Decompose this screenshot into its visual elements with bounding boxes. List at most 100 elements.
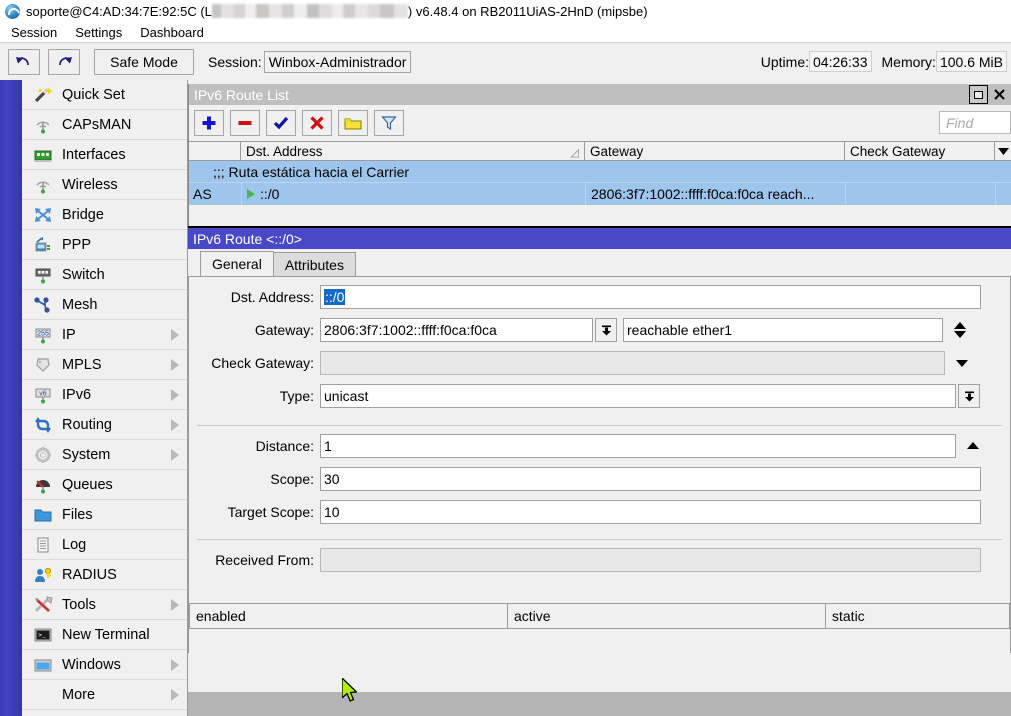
undo-button[interactable] xyxy=(8,49,40,75)
memory-label: Memory: xyxy=(882,54,936,70)
minus-icon xyxy=(237,115,253,131)
close-window-icon[interactable] xyxy=(990,85,1009,104)
ip-255-icon: 255 xyxy=(30,324,56,346)
dropdown-arrow-icon xyxy=(963,390,976,403)
sidebar-item-new-terminal[interactable]: >_ New Terminal xyxy=(22,620,187,650)
sidebar-item-mpls[interactable]: MPLS xyxy=(22,350,187,380)
sidebar-label: Routing xyxy=(62,417,112,433)
sidebar-item-ipv6[interactable]: v6 IPv6 xyxy=(22,380,187,410)
sidebar-item-quick-set[interactable]: Quick Set xyxy=(22,80,187,110)
gateway-spinner-button[interactable] xyxy=(949,318,971,342)
target-scope-input[interactable]: 10 xyxy=(320,500,981,524)
routeros-branding-strip: RouterOS WinBox xyxy=(0,80,22,716)
active-route-arrow-icon xyxy=(247,189,255,199)
status-active: active xyxy=(508,604,826,628)
sidebar-item-files[interactable]: Files xyxy=(22,500,187,530)
menu-session[interactable]: Session xyxy=(3,25,65,40)
sidebar-item-wireless[interactable]: Wireless xyxy=(22,170,187,200)
svg-text:>_: >_ xyxy=(38,632,46,639)
column-chooser-button[interactable] xyxy=(995,142,1011,160)
menu-dashboard[interactable]: Dashboard xyxy=(132,25,212,40)
sidebar-label: Queues xyxy=(62,477,113,493)
type-dropdown-button[interactable] xyxy=(958,384,980,408)
tab-general[interactable]: General xyxy=(200,251,274,276)
sidebar-item-bridge[interactable]: Bridge xyxy=(22,200,187,230)
sidebar-item-switch[interactable]: Switch xyxy=(22,260,187,290)
field-row-distance: Distance: 1 xyxy=(189,434,984,458)
svg-text:v6: v6 xyxy=(39,390,47,397)
find-input[interactable]: Find xyxy=(939,111,1011,134)
column-header-flags[interactable] xyxy=(189,142,241,160)
distance-input[interactable]: 1 xyxy=(320,434,956,458)
comment-button[interactable] xyxy=(338,110,368,136)
sidebar-item-log[interactable]: Log xyxy=(22,530,187,560)
filter-button[interactable] xyxy=(374,110,404,136)
session-label: Session: xyxy=(208,54,262,70)
redo-button[interactable] xyxy=(48,49,80,75)
field-row-received-from: Received From: xyxy=(189,548,981,572)
column-header-dst-address[interactable]: Dst. Address ◿ xyxy=(241,142,585,160)
scope-input[interactable]: 30 xyxy=(320,467,981,491)
uptime-label: Uptime: xyxy=(761,54,809,70)
route-check-gateway-cell xyxy=(845,183,995,205)
remove-route-button[interactable] xyxy=(230,110,260,136)
target-scope-label: Target Scope: xyxy=(189,504,320,520)
sidebar-label: System xyxy=(62,447,110,463)
check-gateway-input[interactable] xyxy=(320,351,945,375)
type-input[interactable]: unicast xyxy=(320,384,956,408)
session-name-field[interactable]: Winbox-Administrador xyxy=(264,51,412,73)
safe-mode-button[interactable]: Safe Mode xyxy=(94,49,194,75)
sidebar-item-ppp[interactable]: PPP xyxy=(22,230,187,260)
log-list-icon xyxy=(30,534,56,556)
gear-icon xyxy=(30,444,56,466)
sidebar-item-radius[interactable]: RADIUS xyxy=(22,560,187,590)
dst-address-label: Dst. Address: xyxy=(189,289,320,305)
route-comment-row[interactable]: ;;; Ruta estática hacia el Carrier xyxy=(189,161,1011,183)
tools-icon xyxy=(30,594,56,616)
menu-settings[interactable]: Settings xyxy=(67,25,130,40)
sidebar-item-routing[interactable]: Routing xyxy=(22,410,187,440)
ppp-icon xyxy=(30,234,56,256)
column-header-gateway[interactable]: Gateway xyxy=(585,142,845,160)
sidebar-label: MPLS xyxy=(62,357,102,373)
gateway-input[interactable]: 2806:3f7:1002::ffff:f0ca:f0ca xyxy=(320,318,593,342)
check-gateway-dropdown-button[interactable] xyxy=(951,351,973,375)
gateway-dropdown-button[interactable] xyxy=(595,318,617,342)
dropdown-arrow-icon xyxy=(600,324,613,337)
memory-value: 100.6 MiB xyxy=(936,51,1007,72)
sidebar-item-tools[interactable]: Tools xyxy=(22,590,187,620)
sidebar-item-capsman[interactable]: CAPsMAN xyxy=(22,110,187,140)
sidebar-item-queues[interactable]: Queues xyxy=(22,470,187,500)
sidebar-item-ip[interactable]: 255 IP xyxy=(22,320,187,350)
restore-window-icon[interactable] xyxy=(969,85,988,104)
sidebar-item-windows[interactable]: Windows xyxy=(22,650,187,680)
distance-spinner-button[interactable] xyxy=(962,434,984,458)
dialog-tab-strip: General Attributes xyxy=(188,249,1011,277)
window-bottom-strip xyxy=(188,692,1011,716)
route-list-title: IPv6 Route List xyxy=(194,87,289,103)
dialog-form-body: Dst. Address: ::/0 Gateway: 2806:3f7:100… xyxy=(188,277,1011,653)
sidebar-item-more[interactable]: More xyxy=(22,680,187,710)
add-route-button[interactable] xyxy=(194,110,224,136)
sidebar-item-interfaces[interactable]: Interfaces xyxy=(22,140,187,170)
sidebar-label: Tools xyxy=(62,597,96,613)
routing-arrows-icon xyxy=(30,414,56,436)
chevron-right-icon xyxy=(171,359,179,371)
dst-address-input[interactable]: ::/0 xyxy=(320,285,981,309)
main-sidebar-menu: Quick Set CAPsMAN xyxy=(22,80,188,716)
sidebar-item-system[interactable]: System xyxy=(22,440,187,470)
enable-route-button[interactable] xyxy=(266,110,296,136)
winbox-globe-icon xyxy=(5,4,20,19)
table-row[interactable]: AS ::/0 2806:3f7:1002::ffff:f0ca:f0ca re… xyxy=(189,183,1011,205)
tab-attributes[interactable]: Attributes xyxy=(273,252,356,276)
uptime-value: 04:26:33 xyxy=(809,51,872,72)
user-key-icon xyxy=(30,564,56,586)
sidebar-item-mesh[interactable]: Mesh xyxy=(22,290,187,320)
main-toolbar: Safe Mode Session: Winbox-Administrador … xyxy=(0,42,1011,80)
sidebar-label: CAPsMAN xyxy=(62,117,131,133)
column-header-check-gateway[interactable]: Check Gateway xyxy=(845,142,995,160)
disable-route-button[interactable] xyxy=(302,110,332,136)
route-list-toolbar: Find xyxy=(189,105,1011,141)
route-dst-address-text: ::/0 xyxy=(260,186,279,202)
sidebar-label: Files xyxy=(62,507,93,523)
